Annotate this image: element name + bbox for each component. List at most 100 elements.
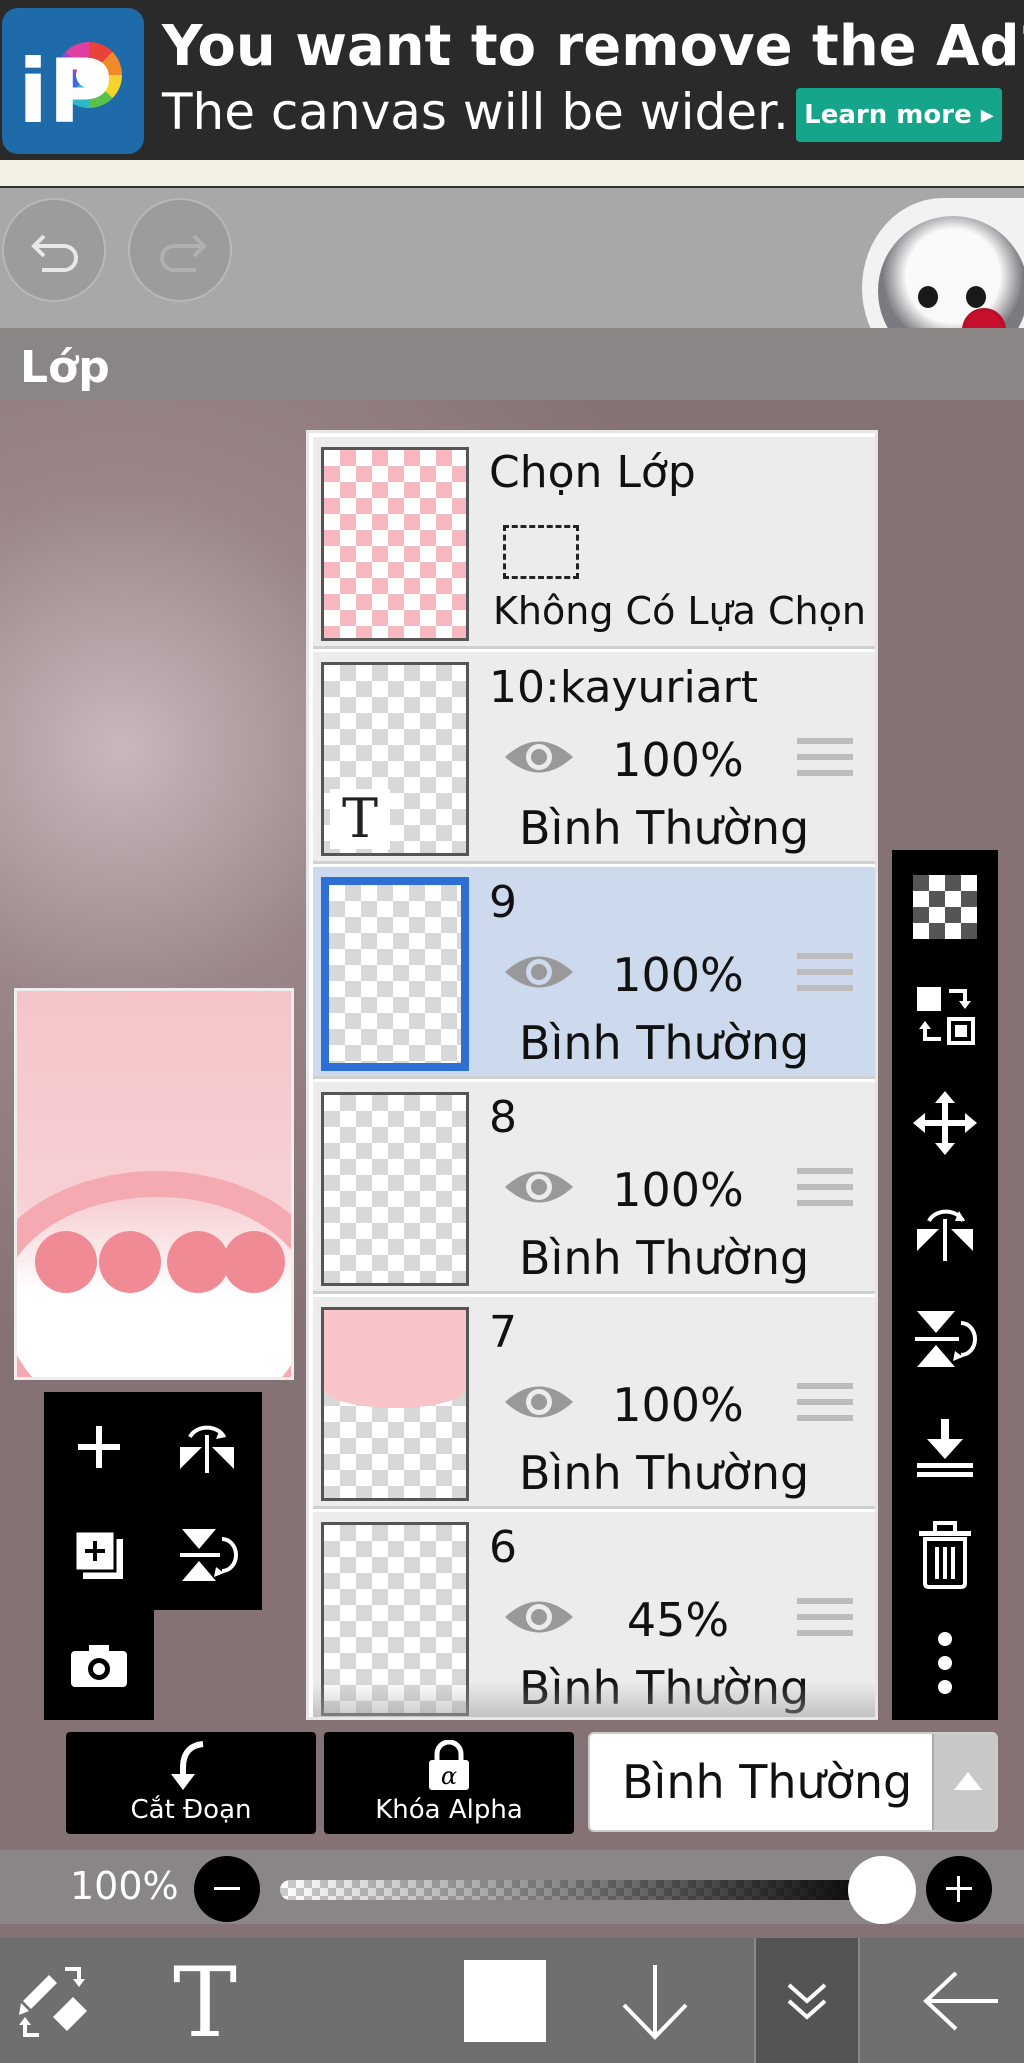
- visibility-eye-icon[interactable]: [501, 1164, 577, 1210]
- visibility-eye-icon[interactable]: [501, 734, 577, 780]
- opacity-value: 100%: [70, 1864, 179, 1908]
- selection-thumbnail: [321, 447, 469, 641]
- duplicate-layer-icon: [73, 1529, 123, 1579]
- add-layer-button[interactable]: [44, 1392, 154, 1502]
- layer-list[interactable]: Chọn Lớp Không Có Lựa Chọn T 10:kayuriar…: [306, 430, 878, 1720]
- checkerboard-icon: [913, 875, 977, 939]
- layer-blend-mode: Bình Thường: [519, 1016, 810, 1070]
- ibispaint-logo-icon: iP: [2, 8, 144, 154]
- flip-horizontal-icon: [180, 1425, 234, 1473]
- ad-title: You want to remove the Ad?: [162, 14, 1024, 79]
- clipping-button[interactable]: Cắt Đoạn: [66, 1732, 316, 1834]
- text-tool-button[interactable]: T: [150, 1938, 260, 2063]
- flip-horizontal-button[interactable]: [152, 1392, 262, 1502]
- drag-handle-icon[interactable]: [797, 1168, 853, 1216]
- camera-icon: [71, 1645, 127, 1687]
- selection-layer-title: Chọn Lớp: [489, 447, 696, 498]
- trash-icon: [919, 1521, 971, 1589]
- visibility-eye-icon[interactable]: [501, 1594, 577, 1640]
- alpha-lock-icon: α: [429, 1740, 469, 1790]
- layer-opacity: 100%: [612, 733, 744, 787]
- drag-handle-icon[interactable]: [797, 738, 853, 786]
- flip-vertical-icon: [180, 1529, 238, 1581]
- layer-name: 7: [489, 1307, 517, 1358]
- swap-layers-icon: [917, 987, 975, 1045]
- opacity-slider-row: 100%: [0, 1850, 1024, 1924]
- blend-mode-select[interactable]: Bình Thường: [588, 1732, 998, 1832]
- arrow-left-icon: [923, 1971, 998, 2030]
- move-button[interactable]: [892, 1070, 998, 1176]
- layer-row[interactable]: T 10:kayuriart 100% Bình Thường: [313, 652, 875, 864]
- opacity-slider-handle[interactable]: [848, 1856, 916, 1924]
- back-button[interactable]: [900, 1938, 1024, 2063]
- color-picker-button[interactable]: [450, 1938, 560, 2063]
- alpha-lock-label: Khóa Alpha: [375, 1795, 523, 1825]
- layers-toggle-button[interactable]: [754, 1938, 860, 2063]
- layer-row[interactable]: 7 100% Bình Thường: [313, 1297, 875, 1509]
- opacity-decrease-button[interactable]: [194, 1856, 260, 1922]
- duplicate-layer-button[interactable]: [44, 1500, 154, 1610]
- flip-layer-vertical-button[interactable]: [892, 1286, 998, 1392]
- drag-handle-icon[interactable]: [797, 1383, 853, 1431]
- selection-layer-row[interactable]: Chọn Lớp Không Có Lựa Chọn: [313, 437, 875, 649]
- layer-row-selected[interactable]: 9 100% Bình Thường: [313, 867, 875, 1079]
- selection-status: Không Có Lựa Chọn: [493, 589, 866, 633]
- canvas-preview[interactable]: [14, 988, 294, 1380]
- selection-marquee-icon: [503, 525, 579, 579]
- alpha-lock-button[interactable]: α Khóa Alpha: [324, 1732, 574, 1834]
- clipping-label: Cắt Đoạn: [130, 1795, 252, 1825]
- layer-thumbnail: [321, 1307, 469, 1501]
- flip-vertical-icon: [915, 1311, 977, 1367]
- svg-text:α: α: [441, 1762, 457, 1790]
- undo-icon: [31, 234, 78, 272]
- merge-down-icon: [917, 1419, 973, 1477]
- layer-blend-mode: Bình Thường: [519, 1231, 810, 1285]
- layer-opacity: 100%: [612, 1163, 744, 1217]
- visibility-eye-icon[interactable]: [501, 949, 577, 995]
- layer-opacity: 100%: [612, 948, 744, 1002]
- text-tool-icon: T: [173, 1958, 237, 2044]
- layer-name: 9: [489, 877, 517, 928]
- ad-subtitle: The canvas will be wider.: [162, 83, 789, 141]
- merge-down-button[interactable]: [892, 1394, 998, 1500]
- layer-actions-toolbar: [892, 850, 998, 1720]
- clipping-arrow-icon: [171, 1741, 204, 1790]
- move-arrows-icon: [913, 1091, 977, 1155]
- divider: [0, 160, 1024, 188]
- layer-blend-mode: Bình Thường: [519, 801, 810, 855]
- blend-mode-value: Bình Thường: [622, 1755, 913, 1809]
- flip-horizontal-icon: [917, 1209, 973, 1261]
- drag-handle-icon[interactable]: [797, 1598, 853, 1646]
- opacity-slider-track[interactable]: [280, 1880, 890, 1900]
- import-photo-button[interactable]: [44, 1610, 154, 1720]
- undo-button[interactable]: [2, 198, 106, 302]
- layer-opacity: 45%: [626, 1593, 730, 1647]
- arrow-down-icon: [622, 1964, 688, 2040]
- layer-name: 6: [489, 1522, 517, 1573]
- swap-layer-button[interactable]: [892, 962, 998, 1068]
- layer-opacity: 100%: [612, 1378, 744, 1432]
- opacity-increase-button[interactable]: [926, 1856, 992, 1922]
- ad-banner[interactable]: iP You want to remove the Ad? The canvas…: [0, 0, 1024, 160]
- transparent-layer-button[interactable]: [892, 854, 998, 960]
- layer-name: 8: [489, 1092, 517, 1143]
- layer-thumbnail: T: [321, 662, 469, 856]
- scroll-down-button[interactable]: [600, 1938, 710, 2063]
- layer-row[interactable]: 8 100% Bình Thường: [313, 1082, 875, 1294]
- learn-more-button[interactable]: Learn more ▸: [796, 88, 1002, 142]
- layer-row[interactable]: 6 45% Bình Thường: [313, 1512, 875, 1717]
- visibility-eye-icon[interactable]: [501, 1379, 577, 1425]
- redo-icon: [160, 234, 207, 272]
- chevron-double-down-icon: [787, 1983, 827, 2020]
- dropdown-arrow-icon[interactable]: [932, 1734, 996, 1830]
- drag-handle-icon[interactable]: [797, 953, 853, 1001]
- camera-tool-area: [44, 1610, 154, 1720]
- flip-vertical-button[interactable]: [152, 1500, 262, 1610]
- flip-layer-horizontal-button[interactable]: [892, 1178, 998, 1284]
- more-vertical-icon: [938, 1632, 952, 1694]
- redo-button[interactable]: [128, 198, 232, 302]
- tool-select-button[interactable]: [0, 1938, 110, 2063]
- layer-thumbnail: [321, 877, 469, 1071]
- delete-layer-button[interactable]: [892, 1502, 998, 1608]
- more-options-button[interactable]: [892, 1610, 998, 1716]
